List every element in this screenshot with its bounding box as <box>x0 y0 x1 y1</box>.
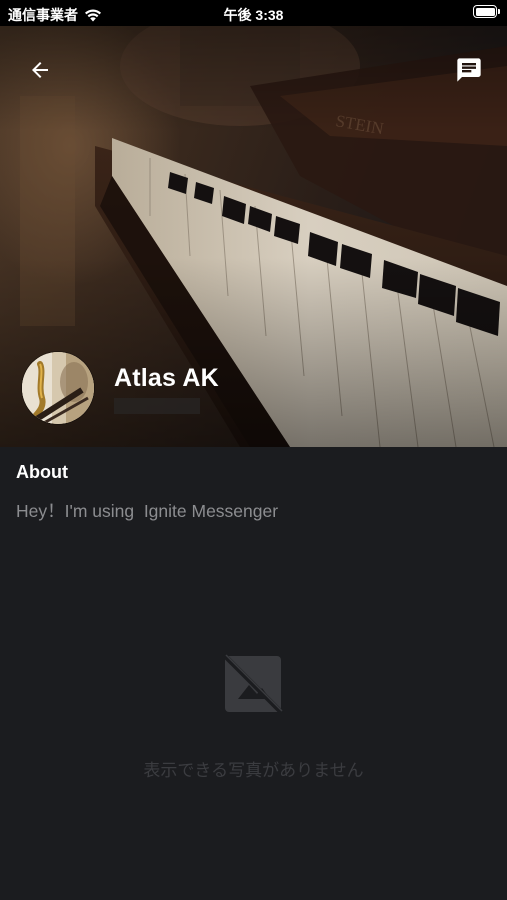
chat-button[interactable] <box>451 52 487 88</box>
battery-icon <box>473 5 500 18</box>
empty-photos-message: 表示できる写真がありません <box>143 761 364 780</box>
profile-name: Atlas AK <box>114 364 219 392</box>
avatar-photo <box>22 352 94 424</box>
status-time: 午後 3:38 <box>223 7 284 23</box>
status-message-placeholder <box>114 398 200 414</box>
about-text: Hey！I'm using Ignite Messenger <box>16 501 279 521</box>
back-button[interactable] <box>22 52 58 88</box>
cover-photo: STEIN Atlas AK <box>0 26 507 447</box>
message-icon <box>457 58 481 82</box>
status-bar: 通信事業者 午後 3:38 <box>0 0 507 26</box>
no-image-icon <box>222 653 284 715</box>
avatar[interactable] <box>22 352 94 424</box>
about-heading: About <box>16 462 68 482</box>
arrow-left-icon <box>32 62 48 78</box>
